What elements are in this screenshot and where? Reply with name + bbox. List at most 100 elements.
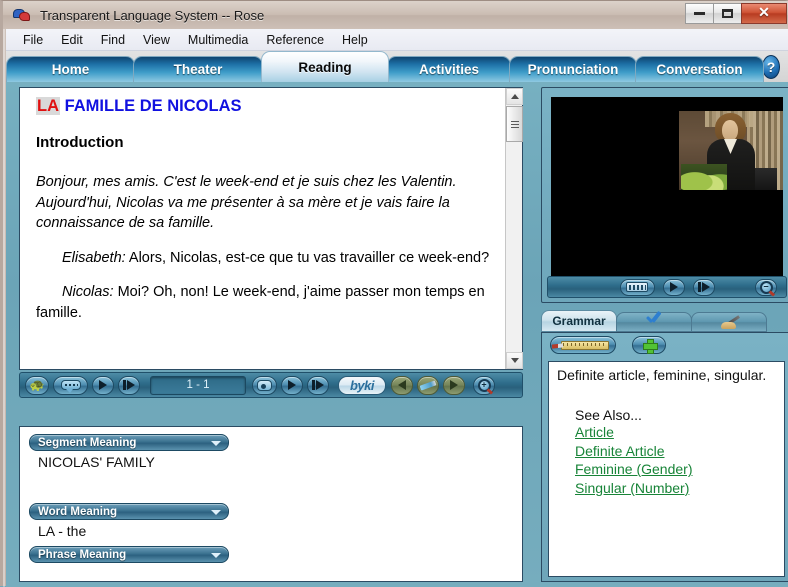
menu-item-file[interactable]: File [14,31,52,49]
video-play-step-button[interactable] [693,279,715,296]
word-meaning-dropdown[interactable]: Word Meaning [29,503,229,520]
zoom-out-icon: − [760,281,773,294]
video-thumbnail [679,111,783,190]
play-step-icon [123,380,135,390]
chevron-up-icon [511,94,519,99]
chevron-down-icon [211,510,221,515]
mark-button[interactable] [417,376,439,395]
title-bar: Transparent Language System -- Rose ✕ [3,1,788,29]
menu-item-multimedia[interactable]: Multimedia [179,31,257,49]
dialogue-text: Alors, Nicolas, est-ce que tu vas travai… [126,250,489,266]
scrollbar-thumb[interactable] [506,106,523,142]
ruler-pencil-icon [561,341,609,350]
byki-button[interactable]: byki [338,376,386,395]
reading-toolbar: 🐢 1 - 1 byki + [19,372,523,398]
minimize-icon [694,12,705,15]
dialogue-speaker: Nicolas: [62,284,114,300]
tab-pronunciation[interactable]: Pronunciation [509,56,637,82]
word-meaning-label: Word Meaning [38,506,117,518]
see-also-label: See Also... [575,407,776,423]
tab-grammar-notes[interactable] [691,312,767,332]
help-button[interactable]: ? [762,55,780,79]
grammar-add-button[interactable] [632,336,666,354]
word-meaning-value: LA - the [38,523,522,539]
grammar-text-area[interactable]: Definite article, feminine, singular. Se… [548,361,785,577]
grammar-ruler-button[interactable] [550,336,616,354]
segment-indicator[interactable]: 1 - 1 [150,376,246,395]
film-button[interactable] [620,279,655,296]
checkmark-icon [645,315,663,329]
reading-scrollbar[interactable] [505,88,522,369]
prev-arrow-icon [398,380,406,390]
menu-bar: File Edit Find View Multimedia Reference… [6,29,788,51]
play-step-button-2[interactable] [307,376,329,395]
maximize-button[interactable] [713,3,742,24]
tab-reading[interactable]: Reading [261,51,389,82]
turtle-icon: 🐢 [30,379,45,391]
video-zoom-out-button[interactable]: − [755,279,777,296]
segment-meaning-dropdown[interactable]: Segment Meaning [29,434,229,451]
speech-play-button[interactable] [53,376,88,395]
menu-item-reference[interactable]: Reference [257,31,333,49]
zoom-in-button[interactable]: + [473,376,495,395]
grammar-link-feminine[interactable]: Feminine (Gender) [575,460,776,479]
play-step-button[interactable] [118,376,140,395]
zoom-in-icon: + [478,379,491,392]
menu-item-help[interactable]: Help [333,31,377,49]
dialogue-speaker: Elisabeth: [62,250,126,266]
chevron-down-icon [511,358,519,363]
dialogue-line: Elisabeth: Alors, Nicolas, est-ce que tu… [36,248,496,269]
tab-conversation[interactable]: Conversation [635,56,764,82]
menu-item-find[interactable]: Find [92,31,134,49]
menu-item-view[interactable]: View [134,31,179,49]
document-title-highlight[interactable]: LA [36,97,60,115]
minimize-button[interactable] [685,3,714,24]
previous-button[interactable] [391,376,413,395]
play-icon [670,282,678,292]
grammar-body: Definite article, feminine, singular. Se… [541,332,788,582]
meaning-panel: Segment Meaning NICOLAS' FAMILY Word Mea… [19,426,523,582]
play-step-icon [312,380,324,390]
maximize-icon [722,9,733,18]
quill-hand-icon [719,315,739,329]
slow-play-button[interactable]: 🐢 [25,376,49,395]
green-plus-icon [643,339,656,352]
segment-meaning-label: Segment Meaning [38,437,136,449]
speech-bubbles-icon [13,7,31,23]
reading-text-content[interactable]: LA FAMILLE DE NICOLAS Introduction Bonjo… [20,88,506,369]
close-button[interactable]: ✕ [741,3,787,24]
document-title: LA FAMILLE DE NICOLAS [36,97,496,116]
video-toolbar: − [547,276,787,298]
menu-item-edit[interactable]: Edit [52,31,92,49]
dialogue-line: Nicolas: Moi? Oh, non! Le week-end, j'ai… [36,282,496,323]
caption-buttons: ✕ [686,3,787,24]
small-speech-bubble-icon [257,380,272,391]
play-button[interactable] [92,376,114,395]
grammar-link-singular[interactable]: Singular (Number) [575,479,776,498]
tab-grammar-check[interactable] [616,312,692,332]
close-icon: ✕ [758,5,770,22]
speech-bubble-icon [61,380,81,390]
grammar-link-article[interactable]: Article [575,423,776,442]
video-play-button[interactable] [663,279,685,296]
grammar-link-definite-article[interactable]: Definite Article [575,442,776,461]
video-screen[interactable] [551,97,783,278]
grammar-description: Definite article, feminine, singular. [557,367,776,385]
play-button-2[interactable] [281,376,303,395]
grammar-toolbar [542,333,788,357]
record-button[interactable] [252,376,277,395]
scroll-down-button[interactable] [506,352,523,369]
next-button[interactable] [443,376,465,395]
next-arrow-icon [450,380,458,390]
window-title: Transparent Language System -- Rose [40,8,264,23]
pencil-icon [420,380,437,390]
play-icon [288,380,296,390]
tab-grammar[interactable]: Grammar [541,310,617,332]
tab-theater[interactable]: Theater [133,56,263,82]
tab-home[interactable]: Home [6,56,135,82]
phrase-meaning-label: Phrase Meaning [38,549,126,561]
phrase-meaning-dropdown[interactable]: Phrase Meaning [29,546,229,563]
scroll-up-button[interactable] [506,88,523,105]
video-panel: − [541,87,788,303]
tab-activities[interactable]: Activities [387,56,511,82]
